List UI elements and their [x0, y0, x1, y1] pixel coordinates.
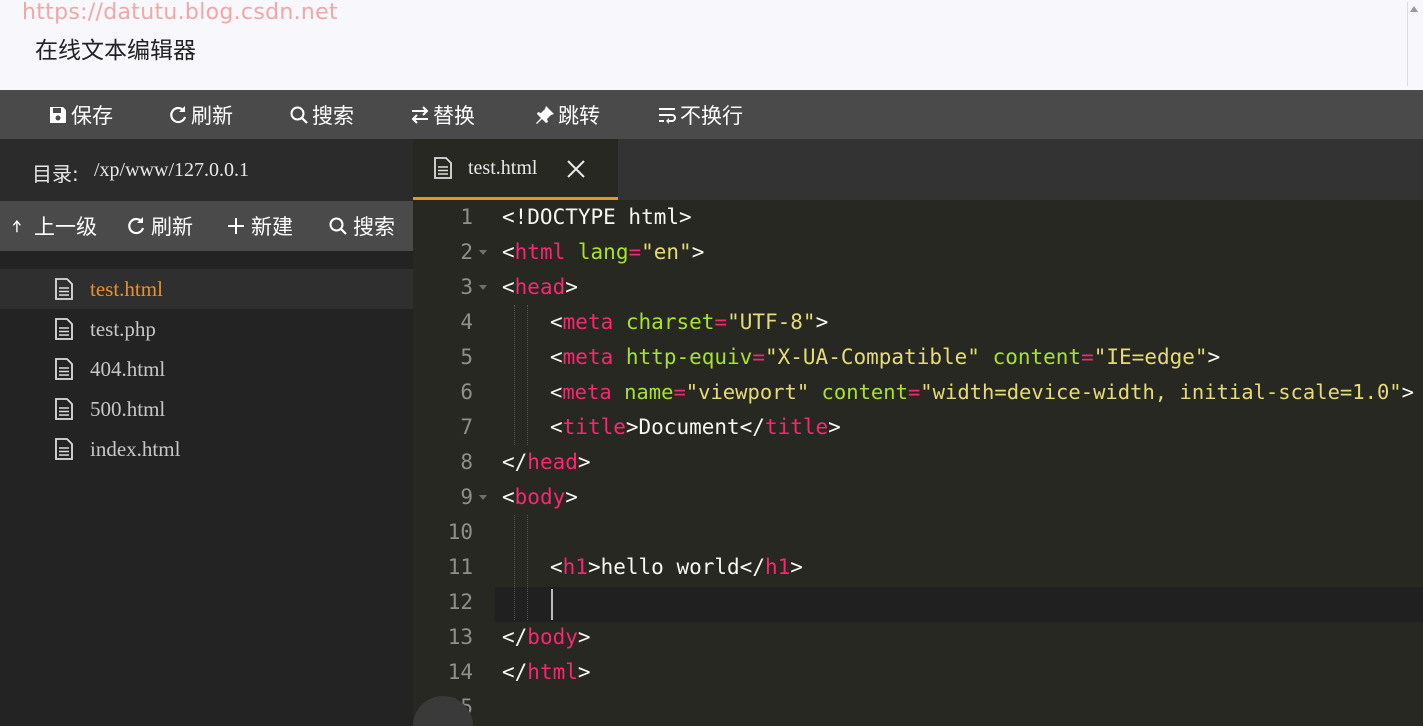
file-item-test-html[interactable]: test.html: [0, 269, 413, 309]
directory-bar: 目录: /xp/www/127.0.0.1: [0, 139, 413, 201]
file-icon: [434, 157, 452, 179]
directory-label: 目录:: [32, 162, 79, 186]
indent-guide: [514, 515, 515, 620]
sidebar-refresh-button[interactable]: 刷新: [126, 201, 193, 251]
code-line-5: <meta http-equiv="X-UA-Compatible" conte…: [550, 345, 1221, 369]
up-level-label: 上一级: [34, 215, 97, 239]
indent-guide: [514, 305, 515, 445]
line-number: 4: [460, 310, 473, 334]
editor-tab-bar: test.html: [413, 139, 1423, 200]
search-icon: [329, 217, 347, 235]
code-line-4: <meta charset="UTF-8">: [550, 310, 829, 334]
app-header: https://datutu.blog.csdn.net 在线文本编辑器: [0, 0, 1423, 90]
sidebar-search-label: 搜索: [353, 215, 395, 239]
main-toolbar: 保存 刷新 搜索 替换 跳转 不换行: [0, 90, 1423, 139]
save-label: 保存: [71, 103, 113, 128]
goto-button[interactable]: 跳转: [535, 90, 600, 139]
file-item-index-html[interactable]: index.html: [0, 429, 413, 469]
code-line-11: <h1>hello world</h1>: [550, 555, 803, 579]
line-number: 2: [460, 240, 473, 264]
file-name: index.html: [90, 436, 181, 461]
plus-icon: [228, 218, 244, 234]
tab-label: test.html: [468, 156, 538, 179]
new-file-button[interactable]: 新建: [226, 201, 293, 251]
app-title: 在线文本编辑器: [35, 38, 196, 64]
save-button[interactable]: 保存: [48, 90, 113, 139]
sidebar-refresh-label: 刷新: [151, 215, 193, 239]
line-number: 9: [460, 485, 473, 509]
line-number: 1: [460, 205, 473, 229]
search-label: 搜索: [312, 103, 354, 128]
nowrap-button[interactable]: 不换行: [657, 90, 743, 139]
line-number: 6: [460, 380, 473, 404]
wrap-icon: [659, 107, 676, 124]
file-item-500-html[interactable]: 500.html: [0, 389, 413, 429]
new-file-label: 新建: [251, 215, 293, 239]
goto-label: 跳转: [558, 103, 600, 128]
file-icon: [55, 398, 73, 420]
file-item-test-php[interactable]: test.php: [0, 309, 413, 349]
file-name: test.html: [90, 276, 163, 301]
nowrap-label: 不换行: [680, 103, 743, 128]
refresh-button[interactable]: 刷新: [168, 90, 233, 139]
arrow-up-icon: [12, 220, 21, 233]
file-icon: [55, 318, 73, 340]
code-line-1: <!DOCTYPE html>: [502, 205, 692, 229]
indent-guide: [527, 305, 528, 445]
replace-icon: [411, 105, 429, 124]
line-number: 14: [447, 660, 473, 684]
page-scrollbar[interactable]: [1407, 2, 1419, 86]
line-number: 3: [460, 275, 473, 299]
text-cursor: [551, 589, 553, 620]
code-line-14: </html>: [502, 660, 591, 684]
code-line-2: <html lang="en">: [502, 240, 705, 264]
replace-label: 替换: [433, 103, 475, 128]
code-line-8: </head>: [502, 450, 591, 474]
line-number: 7: [460, 415, 473, 439]
watermark-url: https://datutu.blog.csdn.net: [22, 0, 338, 25]
file-icon: [55, 358, 73, 380]
fold-toggle-icon[interactable]: [479, 250, 487, 255]
file-list: test.html test.php 404.html 500.html ind…: [0, 269, 413, 469]
line-number: 5: [460, 345, 473, 369]
active-line-highlight: [413, 587, 1423, 622]
line-number-gutter: 1 2 3 4 5 6 7 8 9 10 11 12 13 14 15: [413, 200, 495, 726]
file-icon: [55, 278, 73, 300]
file-item-404-html[interactable]: 404.html: [0, 349, 413, 389]
file-name: 500.html: [90, 396, 166, 421]
indent-guide: [527, 515, 528, 620]
sidebar-toolbar: 上一级 刷新 新建 搜索: [0, 201, 413, 251]
line-number: 11: [447, 555, 473, 579]
refresh-label: 刷新: [191, 103, 233, 128]
code-line-6: <meta name="viewport" content="width=dev…: [550, 380, 1414, 404]
line-number: 10: [447, 520, 473, 544]
tab-test-html[interactable]: test.html: [413, 139, 618, 200]
up-level-button[interactable]: 上一级: [12, 201, 97, 251]
search-icon: [290, 106, 308, 124]
close-icon[interactable]: [565, 158, 587, 180]
search-button[interactable]: 搜索: [289, 90, 354, 139]
file-name: 404.html: [90, 356, 166, 381]
directory-path: /xp/www/127.0.0.1: [94, 159, 249, 181]
replace-button[interactable]: 替换: [410, 90, 475, 139]
file-name: test.php: [90, 316, 156, 341]
file-icon: [55, 438, 73, 460]
refresh-icon: [170, 105, 187, 123]
line-number: 8: [460, 450, 473, 474]
line-number: 12: [447, 590, 473, 614]
fold-toggle-icon[interactable]: [479, 285, 487, 290]
fold-toggle-icon[interactable]: [479, 495, 487, 500]
refresh-icon: [128, 217, 145, 235]
sidebar-search-button[interactable]: 搜索: [328, 201, 395, 251]
line-number: 13: [447, 625, 473, 649]
code-editor[interactable]: 1 2 3 4 5 6 7 8 9 10 11 12 13 14 15 <!DO…: [413, 200, 1423, 726]
save-icon: [50, 106, 66, 123]
code-line-3: <head>: [502, 275, 578, 299]
pin-icon: [536, 105, 554, 124]
code-line-13: </body>: [502, 625, 591, 649]
code-line-9: <body>: [502, 485, 578, 509]
file-sidebar: 目录: /xp/www/127.0.0.1 上一级 刷新 新建 搜索 test.…: [0, 139, 413, 726]
code-line-7: <title>Document</title>: [550, 415, 841, 439]
